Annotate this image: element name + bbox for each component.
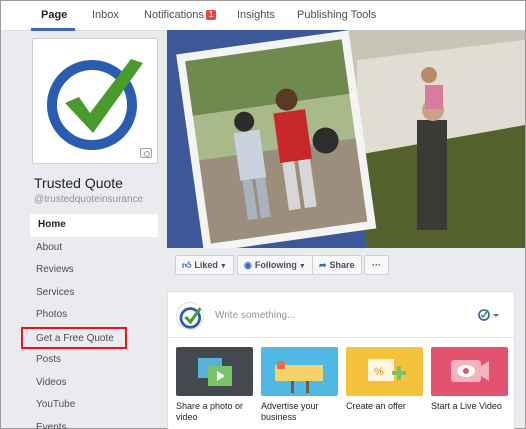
liked-button-label: Liked [194, 260, 218, 270]
trusted-quote-logo-small [179, 307, 203, 329]
post-as-icon [478, 309, 499, 321]
nav-item-events[interactable]: Events [30, 417, 158, 429]
page-tab-bar: Page Inbox Notifications 1 Insights Publi… [1, 1, 525, 31]
active-tab-indicator [31, 28, 75, 31]
tab-notifications[interactable]: Notifications 1 [144, 9, 217, 21]
nav-item-videos[interactable]: Videos [30, 372, 158, 395]
following-button-label: Following [254, 260, 297, 270]
nav-item-youtube[interactable]: YouTube [30, 394, 158, 417]
nav-item-services[interactable]: Services [30, 282, 158, 305]
liked-button[interactable]: 👍︎ Liked ▼ [175, 255, 234, 275]
share-button[interactable]: ➦ Share [312, 255, 362, 275]
left-nav: Home About Reviews Services Photos Get a… [21, 214, 158, 429]
tile-share-photo-video[interactable]: Share a photo or video [176, 347, 253, 423]
page-actions-bar: 👍︎ Liked ▼ ◉ Following ▼ ➦ Share ··· [167, 248, 525, 283]
tab-inbox[interactable]: Inbox [92, 9, 119, 21]
svg-text:%: % [374, 366, 384, 378]
cover-photo-image [167, 30, 525, 248]
tile-create-offer[interactable]: % Create an offer [346, 347, 423, 412]
tab-notifications-label: Notifications [144, 9, 204, 21]
chevron-down-icon: ▼ [298, 263, 306, 270]
page-avatar [176, 302, 204, 330]
page-handle[interactable]: @trustedquoteinsurance [34, 194, 143, 205]
offer-tag-icon: % [346, 347, 423, 396]
tab-publishing-tools[interactable]: Publishing Tools [297, 9, 376, 21]
nav-item-posts[interactable]: Posts [30, 349, 158, 372]
rss-icon: ◉ [244, 260, 252, 270]
page-name: Trusted Quote [34, 175, 123, 191]
nav-item-get-a-free-quote[interactable]: Get a Free Quote [21, 326, 127, 349]
share-arrow-icon: ➦ [319, 260, 327, 270]
notification-count-badge: 1 [205, 10, 217, 20]
tile-live-video[interactable]: Start a Live Video [431, 347, 508, 412]
tile-advertise-business-label: Advertise your business [261, 401, 319, 422]
more-options-button[interactable]: ··· [364, 255, 389, 275]
post-composer: Write something... Share a photo or vide… [167, 291, 515, 429]
write-something-input[interactable]: Write something... [215, 310, 295, 321]
billboard-icon [261, 347, 338, 396]
nav-item-photos[interactable]: Photos [30, 304, 158, 327]
nav-item-home[interactable]: Home [30, 214, 158, 237]
thumbs-up-icon: 👍︎ [182, 260, 192, 270]
tile-share-photo-video-label: Share a photo or video [176, 401, 244, 422]
composer-divider [168, 337, 514, 338]
chevron-down-icon: ▼ [219, 263, 227, 270]
live-video-icon [431, 347, 508, 396]
share-button-label: Share [329, 260, 355, 270]
tab-page[interactable]: Page [41, 9, 67, 21]
nav-item-about[interactable]: About [30, 237, 158, 260]
trusted-quote-logo [47, 59, 143, 150]
tile-advertise-business[interactable]: Advertise your business [261, 347, 338, 423]
photo-video-icon [176, 347, 253, 396]
profile-picture[interactable] [32, 38, 158, 164]
tab-insights[interactable]: Insights [237, 9, 275, 21]
post-as-selector[interactable] [478, 308, 500, 322]
cover-photo[interactable] [167, 30, 525, 248]
following-button[interactable]: ◉ Following ▼ [237, 255, 313, 275]
tile-create-offer-label: Create an offer [346, 401, 406, 411]
camera-icon[interactable] [140, 148, 152, 158]
nav-item-reviews[interactable]: Reviews [30, 259, 158, 282]
tile-live-video-label: Start a Live Video [431, 401, 502, 411]
